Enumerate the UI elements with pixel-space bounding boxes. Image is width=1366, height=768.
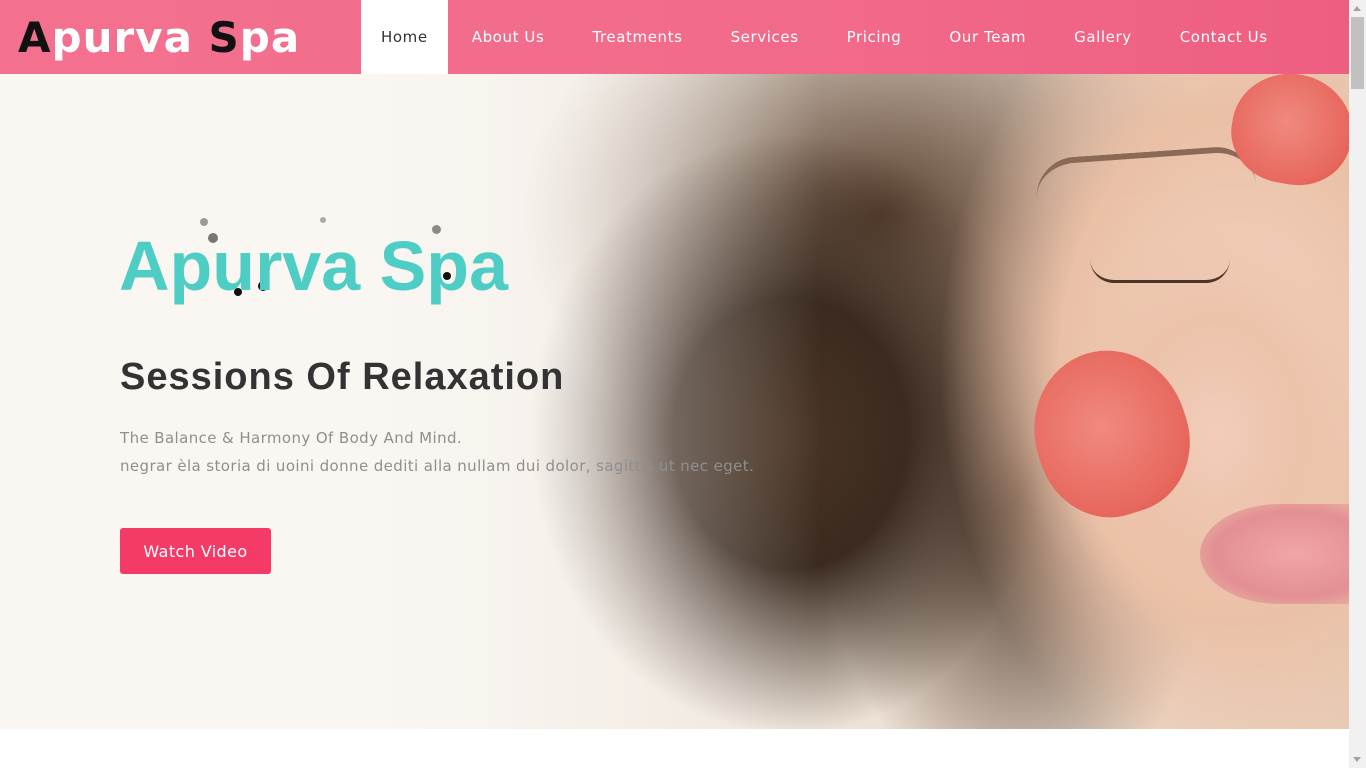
nav-gallery[interactable]: Gallery bbox=[1050, 0, 1156, 74]
hero-banner: Apurva Spa Sessions Of Relaxation The Ba… bbox=[0, 74, 1349, 729]
nav-pricing[interactable]: Pricing bbox=[823, 0, 926, 74]
scrollbar-thumb[interactable] bbox=[1351, 17, 1364, 89]
particle-dot bbox=[200, 218, 208, 226]
main-nav: Home About Us Treatments Services Pricin… bbox=[361, 0, 1292, 74]
hero-tagline: The Balance & Harmony Of Body And Mind. bbox=[120, 429, 463, 447]
site-header: Apurva Spa Home About Us Treatments Serv… bbox=[0, 0, 1349, 74]
hero-subtitle: Sessions Of Relaxation bbox=[120, 356, 565, 398]
photo-closed-eye bbox=[1090, 259, 1230, 283]
logo-word-a: purva bbox=[51, 13, 193, 62]
logo-initial-s: S bbox=[208, 13, 240, 62]
logo-initial-a: A bbox=[18, 13, 52, 62]
page-scrollbar[interactable] bbox=[1349, 0, 1366, 768]
logo-word-s: pa bbox=[239, 13, 301, 62]
particle-dot bbox=[320, 217, 326, 223]
nav-about-us[interactable]: About Us bbox=[448, 0, 569, 74]
watch-video-button[interactable]: Watch Video bbox=[120, 528, 271, 574]
hero-description: negrar èla storia di uoini donne dediti … bbox=[120, 457, 755, 475]
hero-title: Apurva Spa bbox=[119, 227, 508, 305]
scroll-up-arrow-icon[interactable] bbox=[1353, 6, 1361, 11]
nav-contact-us[interactable]: Contact Us bbox=[1156, 0, 1292, 74]
nav-our-team[interactable]: Our Team bbox=[925, 0, 1050, 74]
site-logo[interactable]: Apurva Spa bbox=[18, 12, 300, 64]
nav-home[interactable]: Home bbox=[361, 0, 448, 74]
photo-lips bbox=[1200, 504, 1349, 604]
nav-services[interactable]: Services bbox=[707, 0, 823, 74]
scroll-down-arrow-icon[interactable] bbox=[1353, 757, 1361, 762]
nav-treatments[interactable]: Treatments bbox=[568, 0, 706, 74]
